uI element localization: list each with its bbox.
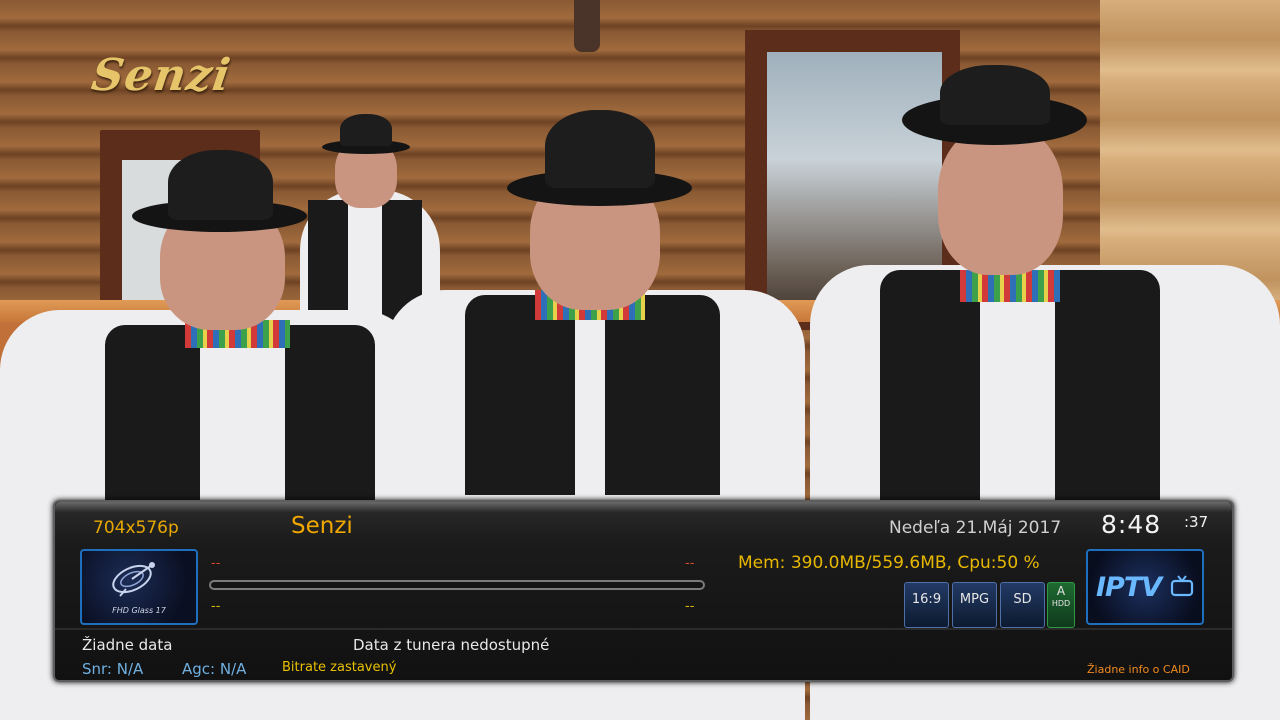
satellite-dish-icon bbox=[112, 562, 155, 597]
provider-logo-text: IPTV bbox=[1096, 572, 1162, 603]
channel-name: Senzi bbox=[291, 513, 353, 539]
tuner-info: Data z tunera nedostupné bbox=[353, 636, 550, 654]
infobar-divider bbox=[55, 628, 1232, 630]
storage-label: HDD bbox=[1051, 599, 1071, 608]
clock-seconds: :37 bbox=[1184, 513, 1209, 531]
picon-caption: FHD Glass 17 bbox=[112, 606, 166, 615]
tv-icon bbox=[1170, 575, 1194, 597]
bitrate-status: Bitrate zastavený bbox=[282, 660, 397, 675]
snr-value: Snr: N/A bbox=[82, 660, 144, 678]
current-event-remaining: -- bbox=[685, 556, 695, 571]
definition-badge: SD bbox=[1000, 582, 1045, 628]
infobar-top-strip bbox=[55, 502, 1232, 512]
audio-label: A bbox=[1056, 584, 1066, 598]
codec-badge: MPG bbox=[952, 582, 997, 628]
video-resolution: 704x576p bbox=[93, 518, 179, 538]
clock-time: 8:48 bbox=[1101, 510, 1162, 539]
signal-info: Žiadne data bbox=[82, 636, 173, 654]
current-event-title: -- bbox=[211, 556, 221, 571]
caid-info: Žiadne info o CAID bbox=[1087, 663, 1190, 676]
codec-label: MPG bbox=[959, 592, 990, 607]
aspect-ratio-label: 16:9 bbox=[911, 592, 942, 607]
next-event-title: -- bbox=[211, 599, 221, 614]
channel-picon: FHD Glass 17 bbox=[80, 549, 198, 625]
aspect-ratio-badge: 16:9 bbox=[904, 582, 949, 628]
event-progress-bar bbox=[209, 580, 705, 590]
hdd-badge: A HDD bbox=[1047, 582, 1075, 628]
memory-cpu-status: Mem: 390.0MB/559.6MB, Cpu:50 % bbox=[738, 553, 1040, 573]
channel-watermark: Senzi bbox=[88, 50, 235, 101]
wall-lamp bbox=[574, 0, 600, 52]
infobar: 704x576p Senzi Nedeľa 21.Máj 2017 8:48 :… bbox=[53, 500, 1234, 682]
current-date: Nedeľa 21.Máj 2017 bbox=[889, 518, 1062, 538]
agc-value: Agc: N/A bbox=[182, 660, 247, 678]
next-event-duration: -- bbox=[685, 599, 695, 614]
provider-logo: IPTV bbox=[1086, 549, 1204, 625]
definition-label: SD bbox=[1013, 592, 1032, 607]
